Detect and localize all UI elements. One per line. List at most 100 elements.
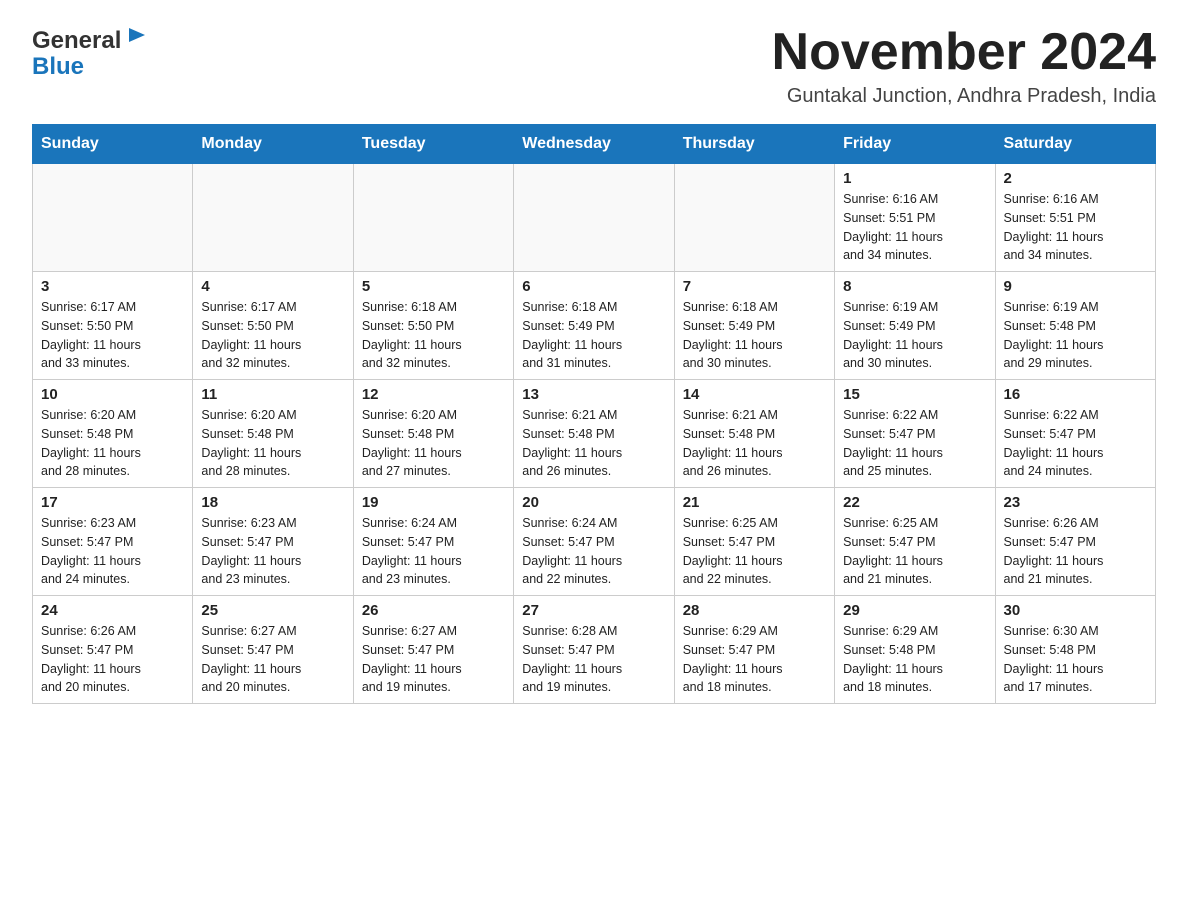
calendar-cell: 24 Sunrise: 6:26 AMSunset: 5:47 PMDayligh… (33, 596, 193, 704)
calendar-day-header: Saturday (995, 125, 1155, 164)
day-number: 29 (843, 602, 986, 619)
logo-triangle-icon (125, 24, 147, 51)
day-number: 14 (683, 386, 826, 403)
calendar-cell: 26Sunrise: 6:27 AMSunset: 5:47 PMDayligh… (353, 596, 513, 704)
day-number: 19 (362, 494, 505, 511)
calendar-day-header: Tuesday (353, 125, 513, 164)
calendar-day-header: Wednesday (514, 125, 674, 164)
day-info: Sunrise: 6:26 AMSunset: 5:47 PMDaylight:… (1004, 514, 1147, 589)
calendar-cell (353, 164, 513, 272)
day-info: Sunrise: 6:21 AMSunset: 5:48 PMDaylight:… (683, 406, 826, 481)
calendar-day-header: Friday (835, 125, 995, 164)
day-number: 5 (362, 278, 505, 295)
calendar-cell: 23 Sunrise: 6:26 AMSunset: 5:47 PMDayligh… (995, 488, 1155, 596)
day-info: Sunrise: 6:26 AMSunset: 5:47 PMDaylight:… (41, 622, 184, 697)
calendar-header-row: SundayMondayTuesdayWednesdayThursdayFrid… (33, 125, 1156, 164)
calendar-cell: 22 Sunrise: 6:25 AMSunset: 5:47 PMDayligh… (835, 488, 995, 596)
calendar-cell: 29 Sunrise: 6:29 AMSunset: 5:48 PMDayligh… (835, 596, 995, 704)
day-number: 7 (683, 278, 826, 295)
day-info: Sunrise: 6:18 AMSunset: 5:50 PMDaylight:… (362, 298, 505, 373)
calendar-cell: 18Sunrise: 6:23 AMSunset: 5:47 PMDayligh… (193, 488, 353, 596)
title-area: November 2024 Guntakal Junction, Andhra … (772, 24, 1156, 108)
day-number: 8 (843, 278, 986, 295)
logo-line2: Blue (32, 53, 84, 81)
calendar-cell: 15 Sunrise: 6:22 AMSunset: 5:47 PMDayligh… (835, 380, 995, 488)
day-info: Sunrise: 6:29 AMSunset: 5:48 PMDaylight:… (843, 622, 986, 697)
calendar-day-header: Monday (193, 125, 353, 164)
calendar-cell: 10Sunrise: 6:20 AMSunset: 5:48 PMDayligh… (33, 380, 193, 488)
day-number: 20 (522, 494, 665, 511)
day-info: Sunrise: 6:30 AMSunset: 5:48 PMDaylight:… (1004, 622, 1147, 697)
calendar-cell (193, 164, 353, 272)
calendar-cell: 30 Sunrise: 6:30 AMSunset: 5:48 PMDayligh… (995, 596, 1155, 704)
calendar-cell: 9Sunrise: 6:19 AMSunset: 5:48 PMDaylight… (995, 272, 1155, 380)
calendar-cell: 5 Sunrise: 6:18 AMSunset: 5:50 PMDaylight… (353, 272, 513, 380)
day-number: 11 (201, 386, 344, 403)
calendar-cell: 3Sunrise: 6:17 AMSunset: 5:50 PMDaylight… (33, 272, 193, 380)
calendar-day-header: Sunday (33, 125, 193, 164)
day-number: 30 (1004, 602, 1147, 619)
day-info: Sunrise: 6:18 AMSunset: 5:49 PMDaylight:… (683, 298, 826, 373)
logo-line1: General (32, 27, 121, 55)
day-info: Sunrise: 6:19 AMSunset: 5:49 PMDaylight:… (843, 298, 986, 373)
day-info: Sunrise: 6:28 AMSunset: 5:47 PMDaylight:… (522, 622, 665, 697)
day-number: 26 (362, 602, 505, 619)
page-header: General Blue November 2024 Guntakal Junc… (32, 24, 1156, 108)
calendar-cell: 20 Sunrise: 6:24 AMSunset: 5:47 PMDayligh… (514, 488, 674, 596)
day-info: Sunrise: 6:20 AMSunset: 5:48 PMDaylight:… (362, 406, 505, 481)
day-number: 16 (1004, 386, 1147, 403)
calendar-cell: 8 Sunrise: 6:19 AMSunset: 5:49 PMDaylight… (835, 272, 995, 380)
day-info: Sunrise: 6:17 AMSunset: 5:50 PMDaylight:… (201, 298, 344, 373)
calendar-cell: 1 Sunrise: 6:16 AMSunset: 5:51 PMDaylight… (835, 164, 995, 272)
calendar-cell: 14 Sunrise: 6:21 AMSunset: 5:48 PMDayligh… (674, 380, 834, 488)
calendar-cell: 21 Sunrise: 6:25 AMSunset: 5:47 PMDayligh… (674, 488, 834, 596)
day-info: Sunrise: 6:21 AMSunset: 5:48 PMDaylight:… (522, 406, 665, 481)
day-number: 22 (843, 494, 986, 511)
day-number: 18 (201, 494, 344, 511)
day-info: Sunrise: 6:29 AMSunset: 5:47 PMDaylight:… (683, 622, 826, 697)
day-number: 15 (843, 386, 986, 403)
day-number: 23 (1004, 494, 1147, 511)
day-number: 2 (1004, 170, 1147, 187)
calendar-cell (514, 164, 674, 272)
day-number: 12 (362, 386, 505, 403)
day-info: Sunrise: 6:24 AMSunset: 5:47 PMDaylight:… (522, 514, 665, 589)
day-info: Sunrise: 6:25 AMSunset: 5:47 PMDaylight:… (843, 514, 986, 589)
calendar-cell: 25 Sunrise: 6:27 AMSunset: 5:47 PMDayligh… (193, 596, 353, 704)
day-number: 24 (41, 602, 184, 619)
calendar-week-row: 1 Sunrise: 6:16 AMSunset: 5:51 PMDaylight… (33, 164, 1156, 272)
day-number: 21 (683, 494, 826, 511)
calendar-table: SundayMondayTuesdayWednesdayThursdayFrid… (32, 124, 1156, 704)
page-subtitle: Guntakal Junction, Andhra Pradesh, India (772, 85, 1156, 108)
calendar-cell: 13Sunrise: 6:21 AMSunset: 5:48 PMDayligh… (514, 380, 674, 488)
day-info: Sunrise: 6:18 AMSunset: 5:49 PMDaylight:… (522, 298, 665, 373)
day-number: 28 (683, 602, 826, 619)
day-info: Sunrise: 6:16 AMSunset: 5:51 PMDaylight:… (843, 190, 986, 265)
calendar-cell (674, 164, 834, 272)
day-info: Sunrise: 6:27 AMSunset: 5:47 PMDaylight:… (201, 622, 344, 697)
day-number: 17 (41, 494, 184, 511)
day-info: Sunrise: 6:24 AMSunset: 5:47 PMDaylight:… (362, 514, 505, 589)
day-number: 10 (41, 386, 184, 403)
day-number: 25 (201, 602, 344, 619)
day-number: 1 (843, 170, 986, 187)
calendar-week-row: 10 Sunrise: 6:20 AMSunset: 5:48 PMDayligh… (33, 380, 1156, 488)
calendar-day-header: Thursday (674, 125, 834, 164)
day-info: Sunrise: 6:23 AMSunset: 5:47 PMDaylight:… (41, 514, 184, 589)
day-number: 27 (522, 602, 665, 619)
calendar-cell (33, 164, 193, 272)
day-info: Sunrise: 6:20 AMSunset: 5:48 PMDaylight:… (201, 406, 344, 481)
calendar-cell: 11 Sunrise: 6:20 AMSunset: 5:48 PMDayligh… (193, 380, 353, 488)
day-info: Sunrise: 6:22 AMSunset: 5:47 PMDaylight:… (1004, 406, 1147, 481)
day-info: Sunrise: 6:19 AMSunset: 5:48 PMDaylight:… (1004, 298, 1147, 373)
day-number: 3 (41, 278, 184, 295)
calendar-cell: 28 Sunrise: 6:29 AMSunset: 5:47 PMDayligh… (674, 596, 834, 704)
day-number: 6 (522, 278, 665, 295)
page-title: November 2024 (772, 24, 1156, 81)
day-info: Sunrise: 6:22 AMSunset: 5:47 PMDaylight:… (843, 406, 986, 481)
day-info: Sunrise: 6:25 AMSunset: 5:47 PMDaylight:… (683, 514, 826, 589)
calendar-cell: 19 Sunrise: 6:24 AMSunset: 5:47 PMDayligh… (353, 488, 513, 596)
calendar-cell: 4Sunrise: 6:17 AMSunset: 5:50 PMDaylight… (193, 272, 353, 380)
calendar-cell: 2Sunrise: 6:16 AMSunset: 5:51 PMDaylight… (995, 164, 1155, 272)
calendar-week-row: 24 Sunrise: 6:26 AMSunset: 5:47 PMDayligh… (33, 596, 1156, 704)
